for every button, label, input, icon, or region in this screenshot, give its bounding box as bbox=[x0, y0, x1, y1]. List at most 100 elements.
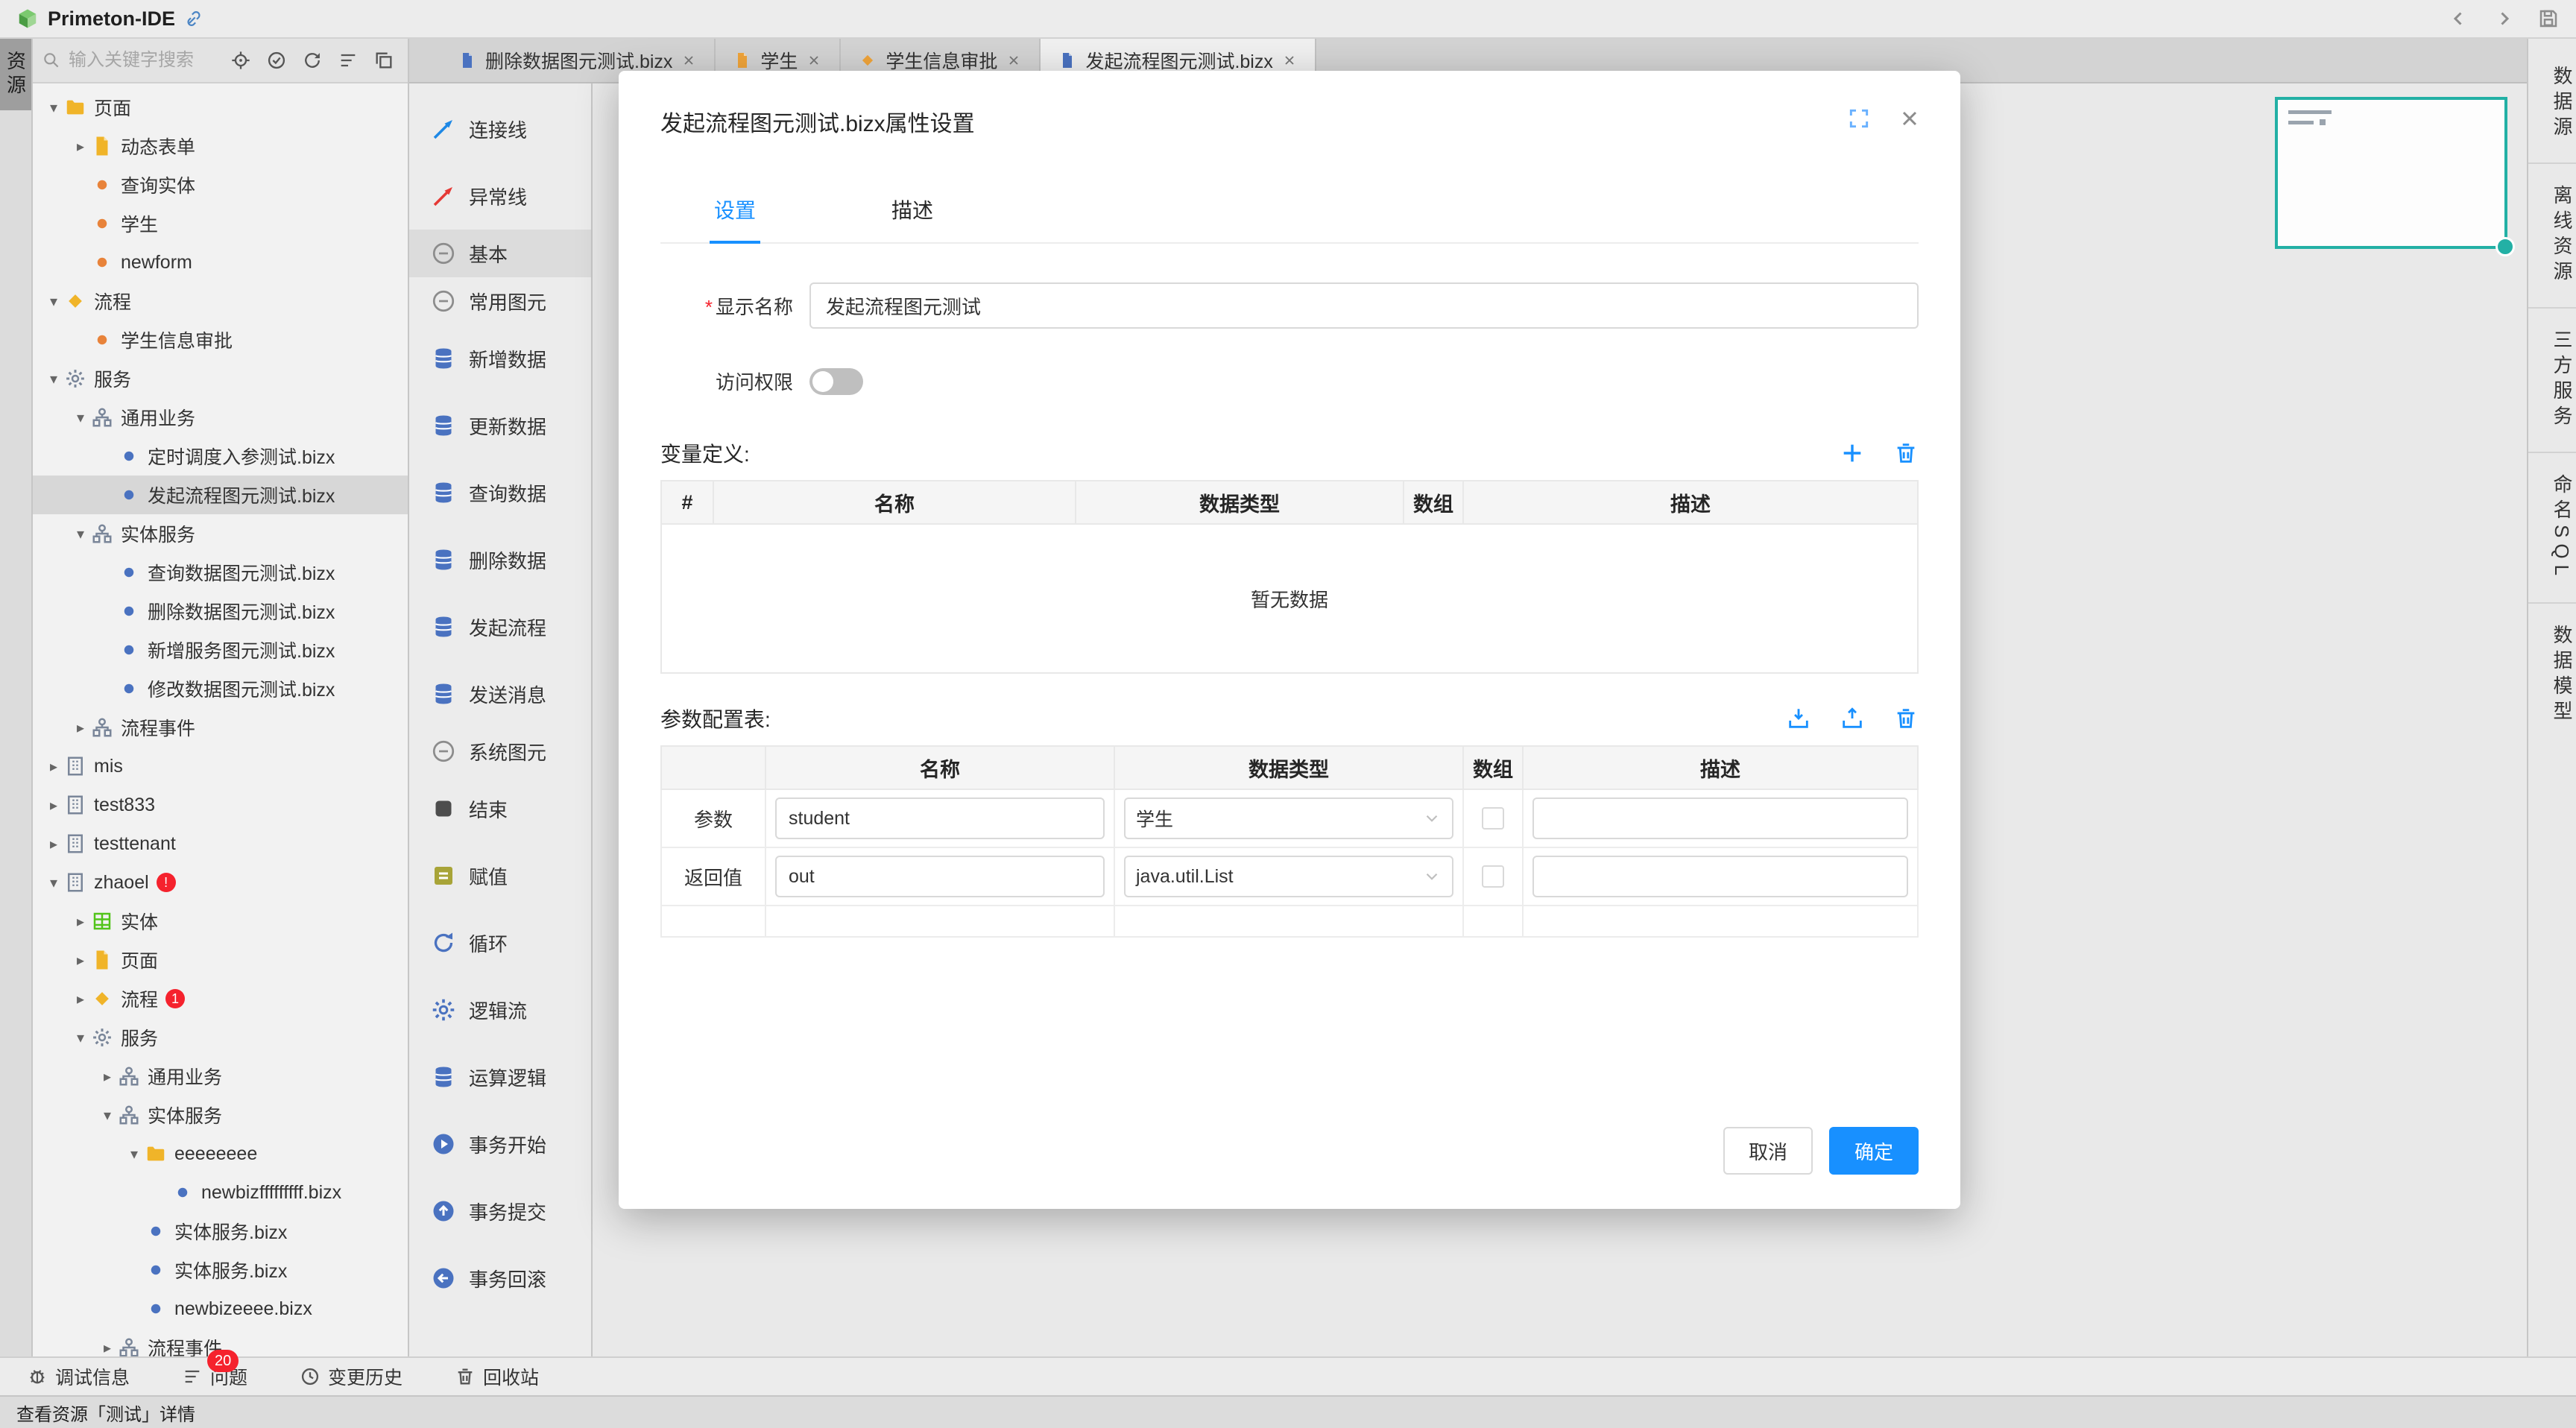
palette-item[interactable]: 逻辑流 bbox=[409, 976, 591, 1043]
palette-item[interactable]: 结束 bbox=[409, 775, 591, 842]
tree-item[interactable]: ▾zhaoel! bbox=[33, 863, 408, 902]
tree-item[interactable]: 学生 bbox=[33, 204, 408, 243]
collapse-section-icon[interactable] bbox=[430, 738, 457, 765]
tree-item[interactable]: ▾实体服务 bbox=[33, 514, 408, 553]
array-checkbox[interactable] bbox=[1482, 807, 1504, 830]
delete-icon[interactable] bbox=[1893, 440, 1919, 466]
expand-arrow-icon[interactable]: ▾ bbox=[43, 370, 64, 388]
tree-item[interactable]: ▸动态表单 bbox=[33, 127, 408, 165]
delete-icon[interactable] bbox=[1893, 706, 1919, 731]
collapse-all-icon[interactable] bbox=[338, 50, 359, 71]
palette-item[interactable]: 连接线 bbox=[409, 95, 591, 162]
param-desc-input[interactable] bbox=[1532, 797, 1908, 839]
palette-item[interactable]: 事务开始 bbox=[409, 1111, 591, 1178]
param-desc-input[interactable] bbox=[1532, 856, 1908, 897]
tab-settings[interactable]: 设置 bbox=[710, 175, 760, 242]
search-box[interactable] bbox=[42, 50, 230, 71]
close-tab-icon[interactable] bbox=[806, 53, 821, 68]
collapse-section-icon[interactable] bbox=[430, 240, 457, 267]
tree-item[interactable]: 学生信息审批 bbox=[33, 320, 408, 359]
expand-arrow-icon[interactable]: ▾ bbox=[70, 525, 91, 543]
display-name-input[interactable] bbox=[809, 282, 1919, 329]
cancel-button[interactable]: 取消 bbox=[1723, 1127, 1813, 1175]
expand-arrow-icon[interactable]: ▾ bbox=[43, 98, 64, 117]
tree-item[interactable]: newform bbox=[33, 243, 408, 282]
expand-arrow-icon[interactable]: ▸ bbox=[70, 951, 91, 970]
param-name-input[interactable] bbox=[775, 856, 1105, 897]
tree-item[interactable]: newbizfffffffff.bizx bbox=[33, 1173, 408, 1212]
tree-item[interactable]: 新增服务图元测试.bizx bbox=[33, 631, 408, 669]
collapse-section-icon[interactable] bbox=[430, 288, 457, 315]
tree-item[interactable]: 实体服务.bizx bbox=[33, 1212, 408, 1251]
tree-item[interactable]: ▸test833 bbox=[33, 786, 408, 824]
validate-icon[interactable] bbox=[266, 50, 287, 71]
tree-item[interactable]: ▾eeeeeeee bbox=[33, 1134, 408, 1173]
access-permission-toggle[interactable] bbox=[809, 368, 863, 395]
palette-item[interactable]: 新增数据 bbox=[409, 325, 591, 392]
expand-arrow-icon[interactable]: ▸ bbox=[70, 137, 91, 156]
tree-item[interactable]: ▾服务 bbox=[33, 1018, 408, 1057]
tree-item[interactable]: 修改数据图元测试.bizx bbox=[33, 669, 408, 708]
tree-item[interactable]: ▸通用业务 bbox=[33, 1057, 408, 1096]
close-tab-icon[interactable] bbox=[1282, 53, 1297, 68]
palette-item[interactable]: 异常线 bbox=[409, 162, 591, 230]
close-tab-icon[interactable] bbox=[1006, 53, 1021, 68]
right-tab-data-model[interactable]: 数据模型 bbox=[2528, 604, 2576, 747]
fullscreen-icon[interactable] bbox=[1847, 107, 1871, 130]
ok-button[interactable]: 确定 bbox=[1829, 1127, 1919, 1175]
expand-arrow-icon[interactable]: ▸ bbox=[70, 718, 91, 737]
expand-arrow-icon[interactable]: ▾ bbox=[70, 408, 91, 427]
expand-arrow-icon[interactable]: ▸ bbox=[70, 912, 91, 931]
copy-icon[interactable] bbox=[373, 50, 394, 71]
palette-item[interactable]: 赋值 bbox=[409, 842, 591, 909]
expand-arrow-icon[interactable]: ▾ bbox=[70, 1029, 91, 1047]
close-icon[interactable] bbox=[1898, 107, 1922, 130]
tree-item[interactable]: ▾流程 bbox=[33, 282, 408, 320]
strip-tab-resources[interactable]: 资源 bbox=[0, 39, 31, 110]
expand-arrow-icon[interactable]: ▸ bbox=[43, 796, 64, 815]
search-input[interactable] bbox=[69, 50, 218, 71]
palette-item[interactable]: 发起流程 bbox=[409, 593, 591, 660]
link-icon[interactable] bbox=[184, 9, 203, 28]
tree-item[interactable]: 查询数据图元测试.bizx bbox=[33, 553, 408, 592]
expand-arrow-icon[interactable]: ▾ bbox=[97, 1106, 118, 1125]
palette-section[interactable]: 常用图元 bbox=[409, 277, 591, 325]
right-tab-datasource[interactable]: 数据源 bbox=[2528, 45, 2576, 164]
palette-item[interactable]: 更新数据 bbox=[409, 392, 591, 459]
tree-item[interactable]: ▸实体 bbox=[33, 902, 408, 941]
palette-section[interactable]: 基本 bbox=[409, 230, 591, 277]
expand-arrow-icon[interactable]: ▸ bbox=[97, 1067, 118, 1086]
tree-item[interactable]: 实体服务.bizx bbox=[33, 1251, 408, 1289]
palette-item[interactable]: 事务提交 bbox=[409, 1178, 591, 1245]
expand-arrow-icon[interactable]: ▾ bbox=[43, 873, 64, 892]
palette-item[interactable]: 发送消息 bbox=[409, 660, 591, 727]
tree-item[interactable]: ▸流程1 bbox=[33, 979, 408, 1018]
tab-description[interactable]: 描述 bbox=[887, 175, 938, 242]
tree-item[interactable]: ▾实体服务 bbox=[33, 1096, 408, 1134]
tree-item-selected[interactable]: 发起流程图元测试.bizx bbox=[33, 476, 408, 514]
param-type-select[interactable]: 学生 bbox=[1124, 797, 1453, 839]
array-checkbox[interactable] bbox=[1482, 865, 1504, 888]
tree-item[interactable]: ▾服务 bbox=[33, 359, 408, 398]
expand-arrow-icon[interactable]: ▸ bbox=[70, 990, 91, 1008]
param-name-input[interactable] bbox=[775, 797, 1105, 839]
palette-item[interactable]: 事务回滚 bbox=[409, 1245, 591, 1312]
tree-item[interactable]: ▸页面 bbox=[33, 941, 408, 979]
chevron-left-icon[interactable] bbox=[2448, 7, 2470, 30]
expand-arrow-icon[interactable]: ▸ bbox=[97, 1339, 118, 1357]
param-type-select[interactable]: java.util.List bbox=[1124, 856, 1453, 897]
tree-item[interactable]: ▾通用业务 bbox=[33, 398, 408, 437]
tree-item[interactable]: 定时调度入参测试.bizx bbox=[33, 437, 408, 476]
chevron-right-icon[interactable] bbox=[2493, 7, 2515, 30]
tree-item[interactable]: 查询实体 bbox=[33, 165, 408, 204]
tree-item[interactable]: ▸mis bbox=[33, 747, 408, 786]
export-icon[interactable] bbox=[1840, 706, 1865, 731]
debug-info-item[interactable]: 调试信息 bbox=[27, 1363, 130, 1390]
palette-item[interactable]: 循环 bbox=[409, 909, 591, 976]
palette-section[interactable]: 系统图元 bbox=[409, 727, 591, 775]
add-icon[interactable] bbox=[1840, 440, 1865, 466]
recycle-bin-item[interactable]: 回收站 bbox=[455, 1363, 539, 1390]
tree-item[interactable]: ▸流程事件 bbox=[33, 708, 408, 747]
save-icon[interactable] bbox=[2537, 7, 2560, 30]
close-tab-icon[interactable] bbox=[681, 53, 696, 68]
